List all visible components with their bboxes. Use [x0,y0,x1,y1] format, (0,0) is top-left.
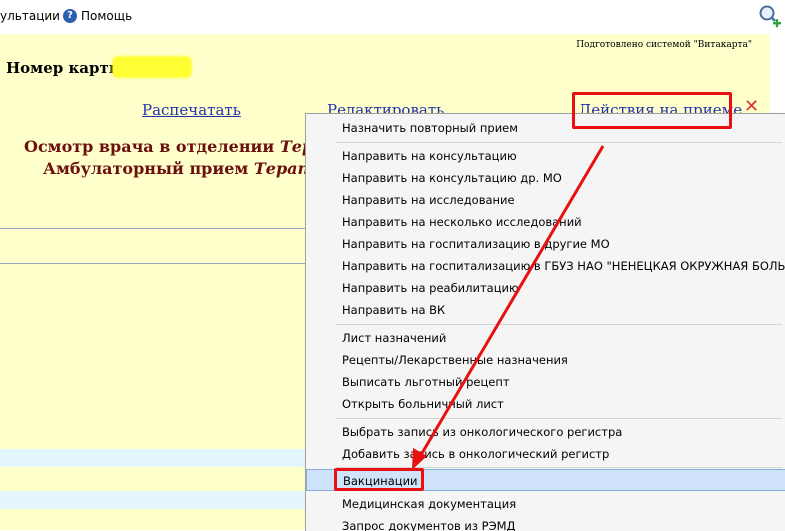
card-number-label: Номер карты: [6,59,130,77]
exam-title-line1: Осмотр врача в отделении Терапе [24,137,345,156]
menu-separator [336,142,782,143]
divider [0,263,310,264]
divider [0,228,310,229]
card-number-redaction [112,56,192,78]
exam-title-line2: Амбулаторный прием Терапевт [43,159,347,178]
help-menu-item[interactable]: Помощь [81,9,132,23]
menu-item-rehabilitation[interactable]: Направить на реабилитацию [306,277,785,299]
menu-item-preferential-recipe[interactable]: Выписать льготный рецепт [306,371,785,393]
menu-separator [336,324,782,325]
menu-item-remd-request[interactable]: Запрос документов из РЭМД [306,515,785,531]
table-row [0,449,305,467]
menu-separator [336,418,782,419]
help-icon[interactable]: ? [63,9,77,23]
menu-item-add-oncology-record[interactable]: Добавить запись в онкологический регистр [306,443,785,465]
search-add-icon[interactable] [758,4,782,28]
menu-item-refer-consultation[interactable]: Направить на консультацию [306,145,785,167]
consultations-menu-item[interactable]: ультации [0,9,60,23]
prepared-by-text: Подготовлено системой "Витакарта" [576,40,752,50]
menu-item-hospitalization-other-mo[interactable]: Направить на госпитализацию в другие МО [306,233,785,255]
menu-item-recipes[interactable]: Рецепты/Лекарственные назначения [306,349,785,371]
menu-item-refer-vk[interactable]: Направить на ВК [306,299,785,321]
menu-item-refer-multiple-research[interactable]: Направить на несколько исследований [306,211,785,233]
menu-item-prescription-list[interactable]: Лист назначений [306,327,785,349]
menu-item-select-oncology-record[interactable]: Выбрать запись из онкологического регист… [306,421,785,443]
toolbar: ультации ? Помощь [0,0,785,34]
annotation-highlight-vaccinations [334,468,424,491]
print-link[interactable]: Распечатать [142,101,241,119]
menu-item-hospitalization-gbuz[interactable]: Направить на госпитализацию в ГБУЗ НАО "… [306,255,785,277]
menu-item-refer-consultation-other-mo[interactable]: Направить на консультацию др. МО [306,167,785,189]
table-row [0,491,305,509]
menu-item-sick-leave[interactable]: Открыть больничный лист [306,393,785,415]
menu-item-refer-research[interactable]: Направить на исследование [306,189,785,211]
menu-item-medical-documentation[interactable]: Медицинская документация [306,493,785,515]
annotation-highlight-actions [572,92,732,129]
